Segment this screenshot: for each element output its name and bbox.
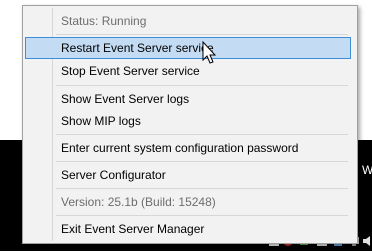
server-configurator-item[interactable]: Server Configurator	[25, 164, 351, 186]
menu-separator	[56, 85, 348, 86]
menu-separator	[56, 161, 348, 162]
menu-separator	[56, 188, 348, 189]
enter-config-password-item[interactable]: Enter current system configuration passw…	[25, 137, 351, 159]
context-menu: Status: Running Restart Event Server ser…	[22, 5, 358, 244]
show-mip-logs-item[interactable]: Show MIP logs	[25, 110, 351, 132]
restart-service-item[interactable]: Restart Event Server service	[25, 37, 351, 59]
show-event-server-logs-item[interactable]: Show Event Server logs	[25, 88, 351, 110]
menu-separator	[56, 34, 348, 35]
exit-event-server-manager-item[interactable]: Exit Event Server Manager	[25, 218, 351, 240]
speaker-icon[interactable]	[362, 234, 372, 246]
menu-separator	[56, 134, 348, 135]
version-item: Version: 25.1b (Build: 15248)	[61, 195, 216, 209]
taskbar-partial-text: W	[362, 163, 372, 177]
status-item: Status: Running	[61, 14, 147, 28]
mouse-cursor-icon	[202, 41, 217, 64]
menu-separator	[56, 215, 348, 216]
stop-service-item[interactable]: Stop Event Server service	[25, 60, 351, 82]
